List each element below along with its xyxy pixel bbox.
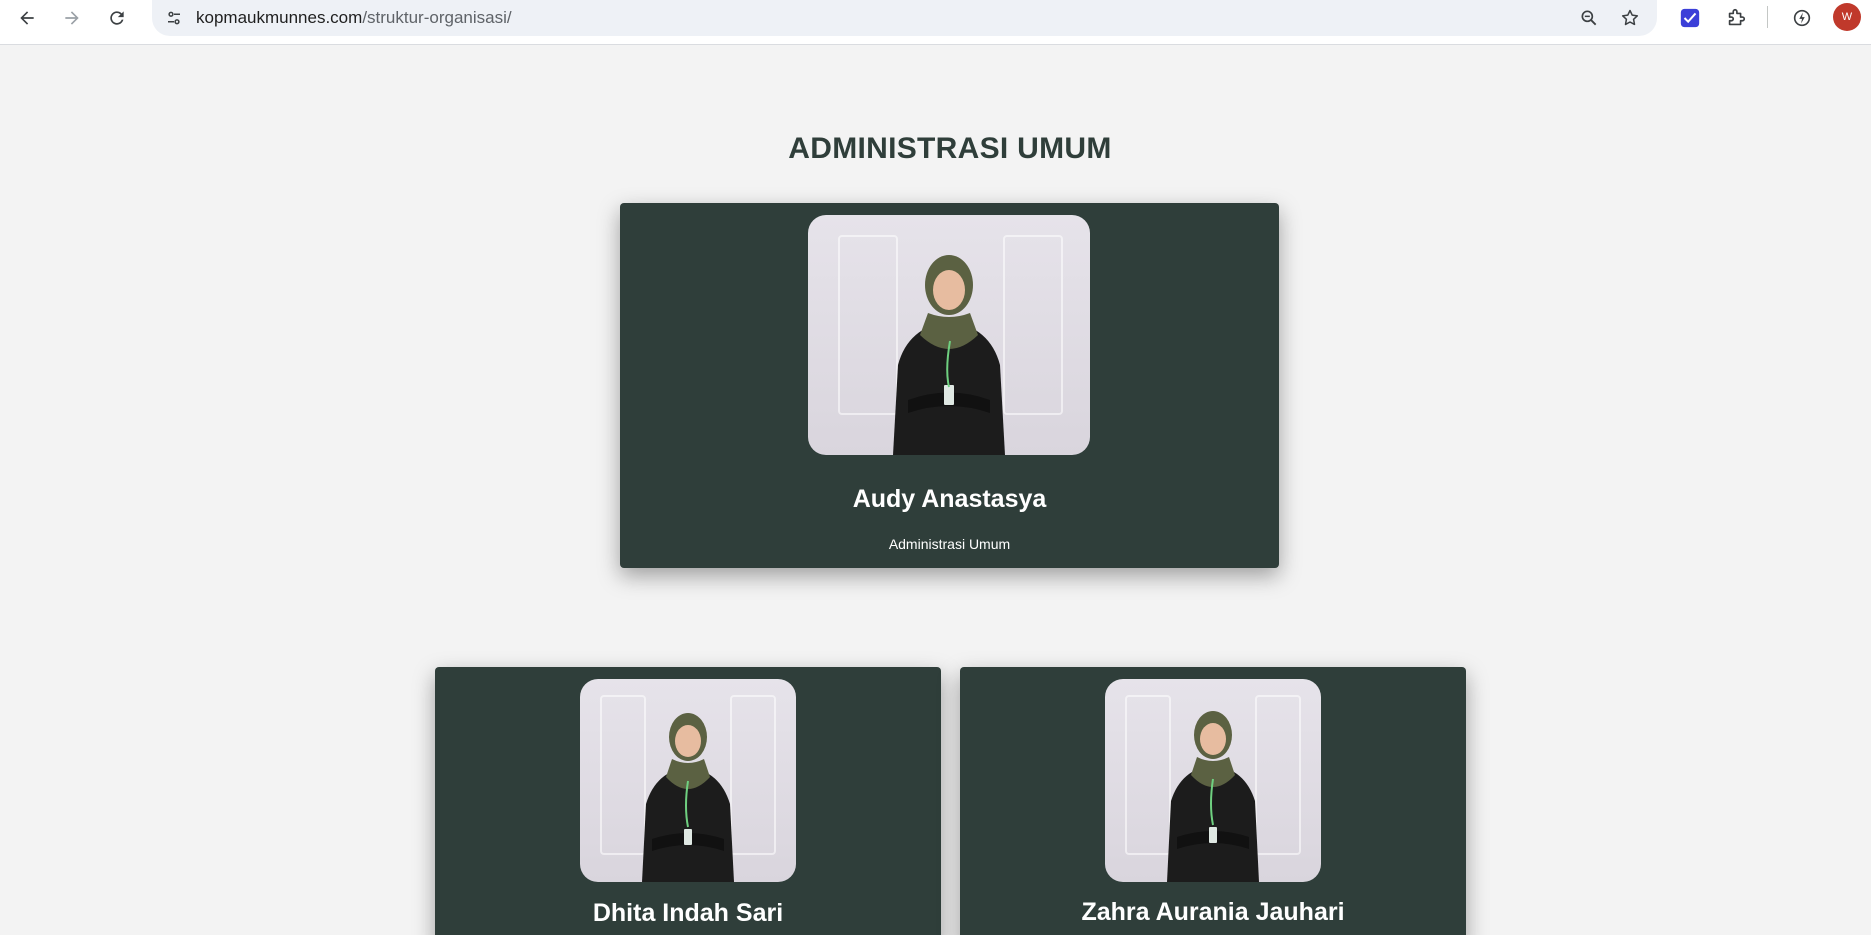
member-name: Dhita Indah Sari	[592, 899, 784, 927]
reload-icon	[110, 11, 124, 25]
extension-button[interactable]	[1674, 2, 1706, 34]
person-figure	[642, 713, 734, 882]
url-text[interactable]: kopmaukmunnes.com/struktur-organisasi/	[196, 8, 512, 28]
member-card: Zahra Aurania Jauhari	[960, 667, 1466, 935]
person-figure	[893, 255, 1005, 455]
url-path: /struktur-organisasi/	[362, 8, 512, 27]
check-extension-icon	[1680, 8, 1700, 28]
member-photo	[808, 215, 1090, 455]
address-bar[interactable]: kopmaukmunnes.com/struktur-organisasi/	[152, 0, 1657, 36]
back-arrow-icon	[20, 11, 34, 25]
puzzle-icon	[1728, 8, 1746, 26]
zoom-icon	[1581, 10, 1597, 26]
site-info-button[interactable]	[160, 4, 188, 32]
section-title: ADMINISTRASI UMUM	[788, 132, 1112, 165]
reload-button[interactable]	[101, 2, 133, 34]
back-button[interactable]	[11, 2, 43, 34]
member-role: Administrasi Umum	[888, 536, 1011, 552]
member-name: Zahra Aurania Jauhari	[1081, 898, 1345, 926]
forward-button[interactable]	[56, 2, 88, 34]
person-figure	[1167, 711, 1259, 882]
extensions-menu-button[interactable]	[1720, 2, 1752, 34]
profile-avatar[interactable]: W	[1833, 3, 1861, 31]
member-photo	[580, 679, 796, 882]
toolbar-divider	[1767, 6, 1768, 28]
star-icon	[1621, 9, 1639, 26]
zoom-button[interactable]	[1575, 4, 1603, 32]
speed-icon	[1793, 9, 1811, 27]
tune-icon	[168, 11, 180, 25]
bookmark-button[interactable]	[1616, 4, 1644, 32]
forward-arrow-icon	[65, 11, 79, 25]
member-card: Dhita Indah Sari	[435, 667, 941, 935]
member-card: Audy Anastasya Administrasi Umum	[620, 203, 1279, 568]
performance-button[interactable]	[1786, 2, 1818, 34]
member-photo	[1105, 679, 1321, 882]
browser-toolbar: kopmaukmunnes.com/struktur-organisasi/ W	[0, 0, 1871, 45]
url-domain: kopmaukmunnes.com	[196, 8, 363, 27]
member-name: Audy Anastasya	[852, 485, 1047, 513]
